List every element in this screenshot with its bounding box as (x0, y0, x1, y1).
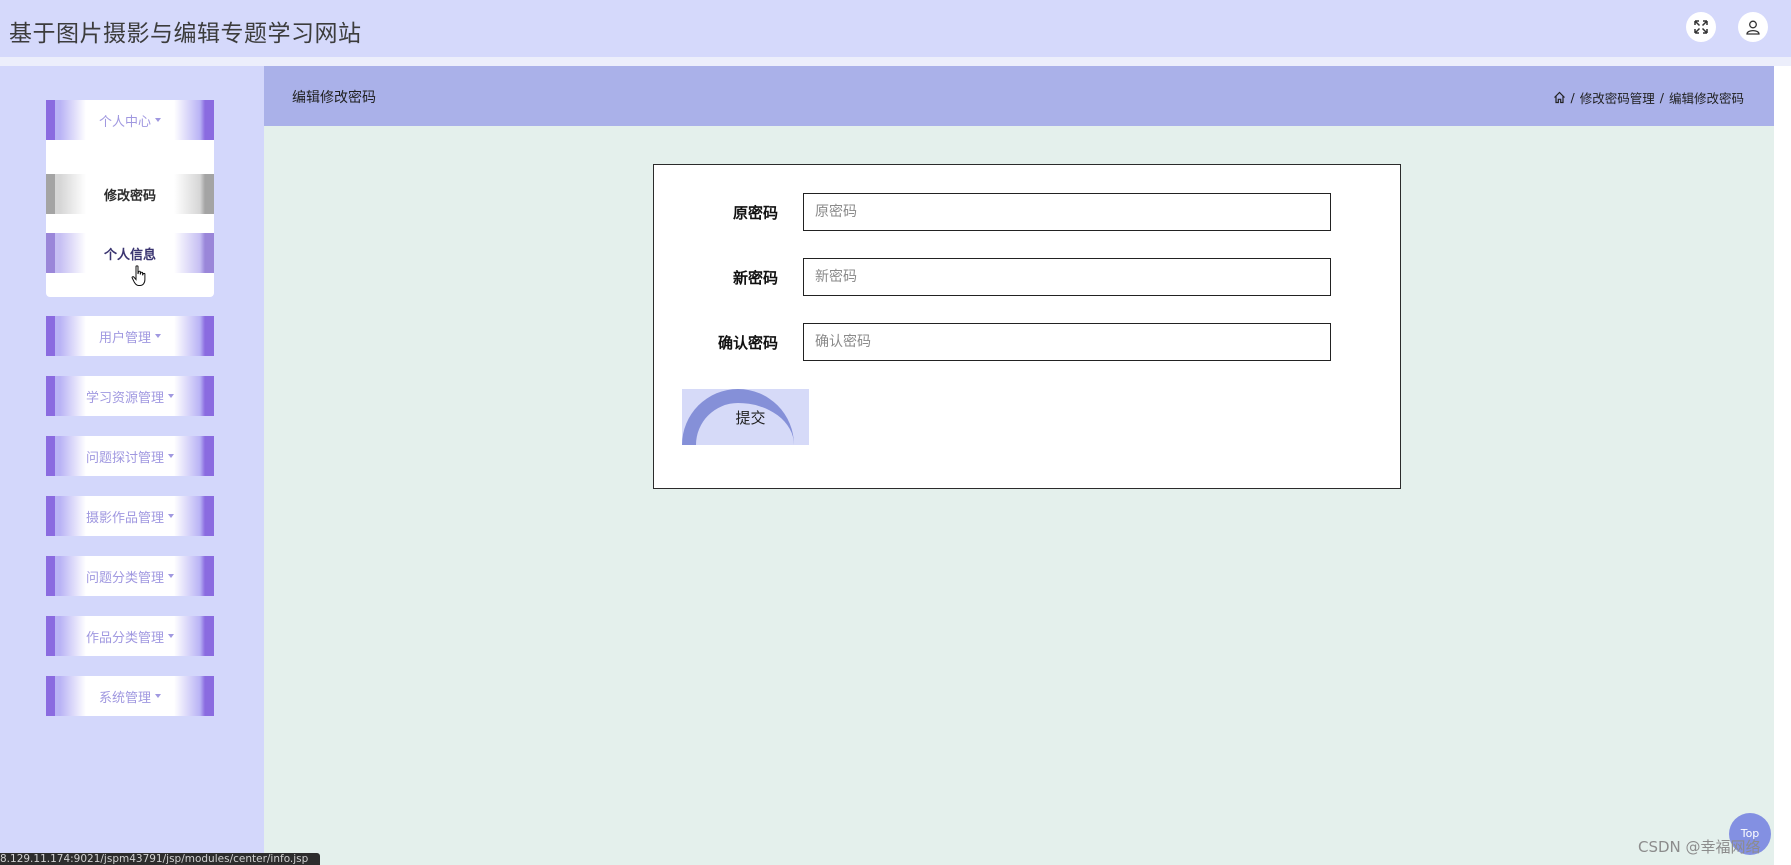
sidebar-group-works[interactable]: 摄影作品管理 (46, 496, 214, 536)
page-title: 编辑修改密码 (292, 90, 376, 106)
sidebar: 修改密码 个人信息 个人中心 用户管理 学习资源管理 问题探讨管理 摄影作品管理… (0, 66, 264, 865)
submit-button-wrap: 提交 (682, 389, 809, 445)
sidebar-group-label: 摄影作品管理 (85, 510, 164, 526)
sidebar-item-personal-info[interactable]: 个人信息 (46, 233, 214, 273)
user-icon (1746, 20, 1760, 35)
sidebar-group-button[interactable]: 问题分类管理 (46, 556, 214, 596)
page-header-bar: 编辑修改密码 / 修改密码管理 / 编辑修改密码 (264, 66, 1774, 126)
confirm-password-input[interactable] (803, 323, 1331, 361)
caret-down-icon (168, 514, 174, 518)
old-password-input[interactable] (803, 193, 1331, 231)
sidebar-group-discussion[interactable]: 问题探讨管理 (46, 436, 214, 476)
sidebar-group-button[interactable]: 系统管理 (46, 676, 214, 716)
breadcrumb-item-password-mgmt[interactable]: 修改密码管理 (1580, 88, 1655, 107)
new-password-label: 新密码 (732, 269, 778, 287)
sidebar-item-change-password[interactable]: 修改密码 (46, 174, 214, 214)
old-password-label: 原密码 (732, 204, 778, 222)
sidebar-group-label: 用户管理 (98, 330, 151, 346)
expand-icon (1694, 20, 1708, 34)
breadcrumb-separator: / (1570, 90, 1575, 105)
header-divider (0, 57, 1791, 66)
caret-down-icon (155, 334, 161, 338)
form-row-new-password: 新密码 (654, 258, 1402, 296)
caret-down-icon (168, 634, 174, 638)
sidebar-item-label: 个人信息 (103, 247, 156, 263)
breadcrumb: / 修改密码管理 / 编辑修改密码 (1553, 88, 1744, 107)
sidebar-group-button[interactable]: 个人中心 (46, 100, 214, 140)
sidebar-item-label: 修改密码 (103, 188, 156, 204)
sidebar-group-button[interactable]: 摄影作品管理 (46, 496, 214, 536)
new-password-input[interactable] (803, 258, 1331, 296)
sidebar-group-button[interactable]: 问题探讨管理 (46, 436, 214, 476)
caret-down-icon (168, 394, 174, 398)
sidebar-group-resources[interactable]: 学习资源管理 (46, 376, 214, 416)
right-edge (1774, 66, 1791, 865)
caret-down-icon (155, 694, 161, 698)
sidebar-group-label: 系统管理 (98, 690, 151, 706)
caret-down-icon (168, 454, 174, 458)
breadcrumb-separator: / (1659, 90, 1664, 105)
caret-down-icon (155, 118, 161, 122)
sidebar-group-button[interactable]: 学习资源管理 (46, 376, 214, 416)
sidebar-group-label: 问题探讨管理 (85, 450, 164, 466)
status-bar-url: 8.129.11.174:9021/jspm43791/jsp/modules/… (0, 853, 320, 865)
sidebar-group-user[interactable]: 用户管理 (46, 316, 214, 356)
sidebar-group-system[interactable]: 系统管理 (46, 676, 214, 716)
password-form: 原密码 新密码 确认密码 提交 (653, 164, 1401, 489)
sidebar-group-label: 问题分类管理 (85, 570, 164, 586)
submenu-panel: 修改密码 个人信息 (46, 140, 214, 297)
sidebar-group-label: 作品分类管理 (85, 630, 164, 646)
app-title: 基于图片摄影与编辑专题学习网站 (9, 21, 362, 47)
home-icon[interactable] (1553, 91, 1566, 104)
confirm-password-label: 确认密码 (717, 334, 778, 352)
sidebar-group-work-category[interactable]: 作品分类管理 (46, 616, 214, 656)
form-row-old-password: 原密码 (654, 193, 1402, 231)
watermark: CSDN @幸福网络 (1638, 838, 1761, 856)
sidebar-group-button[interactable]: 作品分类管理 (46, 616, 214, 656)
breadcrumb-item-current: 编辑修改密码 (1668, 91, 1744, 106)
hand-cursor-icon (131, 265, 146, 286)
fullscreen-button[interactable] (1686, 12, 1716, 42)
submit-button[interactable]: 提交 (682, 389, 809, 445)
sidebar-group-label: 学习资源管理 (85, 390, 164, 406)
user-button[interactable] (1738, 12, 1768, 42)
sidebar-group-question-category[interactable]: 问题分类管理 (46, 556, 214, 596)
caret-down-icon (168, 574, 174, 578)
sidebar-group-personal-center[interactable]: 个人中心 (46, 100, 214, 140)
form-row-confirm-password: 确认密码 (654, 323, 1402, 361)
sidebar-group-button[interactable]: 用户管理 (46, 316, 214, 356)
sidebar-group-label: 个人中心 (98, 114, 151, 130)
top-header: 基于图片摄影与编辑专题学习网站 (0, 0, 1791, 57)
